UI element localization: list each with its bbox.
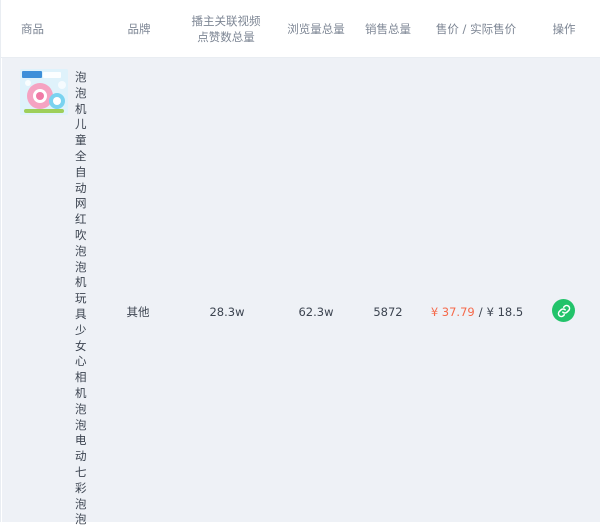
- table-row: 泡泡机儿童全自动网红吹泡泡机玩具少女心相机泡泡电动七彩泡泡 其他 28.3w 6…: [2, 58, 600, 526]
- table-header: 商品 品牌 播主关联视频 点赞数总量 浏览量总量 销售总量 售价 / 实际售价 …: [1, 0, 600, 58]
- cell-likes: 28.3w: [209, 305, 245, 319]
- product-table: 商品 品牌 播主关联视频 点赞数总量 浏览量总量 销售总量 售价 / 实际售价 …: [0, 0, 600, 526]
- column-header-action: 操作: [552, 21, 576, 36]
- column-header-sales: 销售总量: [365, 21, 411, 36]
- product-link-button[interactable]: [552, 299, 575, 322]
- bubble-machine-image: [20, 69, 68, 115]
- price-original: ¥ 37.79: [430, 305, 475, 319]
- cell-sales: 5872: [373, 305, 403, 319]
- link-icon: [557, 304, 570, 317]
- column-header-likes-line1: 播主关联视频: [191, 13, 261, 28]
- column-header-price: 售价 / 实际售价: [435, 21, 517, 36]
- price-separator: /: [478, 305, 483, 319]
- cell-price: ¥ 37.79 / ¥ 18.5: [422, 303, 532, 321]
- product-image[interactable]: [20, 69, 68, 115]
- column-header-views: 浏览量总量: [287, 21, 345, 36]
- product-title[interactable]: 泡泡机儿童全自动网红吹泡泡机玩具少女心相机泡泡电动七彩泡泡: [75, 70, 89, 528]
- column-header-likes: 播主关联视频 点赞数总量: [181, 0, 271, 57]
- column-header-likes-line2: 点赞数总量: [197, 29, 255, 44]
- cell-brand: 其他: [126, 305, 150, 319]
- column-header-brand: 品牌: [127, 21, 151, 36]
- cell-views: 62.3w: [298, 305, 334, 319]
- column-header-product: 商品: [21, 21, 44, 36]
- price-actual: ¥ 18.5: [486, 305, 524, 319]
